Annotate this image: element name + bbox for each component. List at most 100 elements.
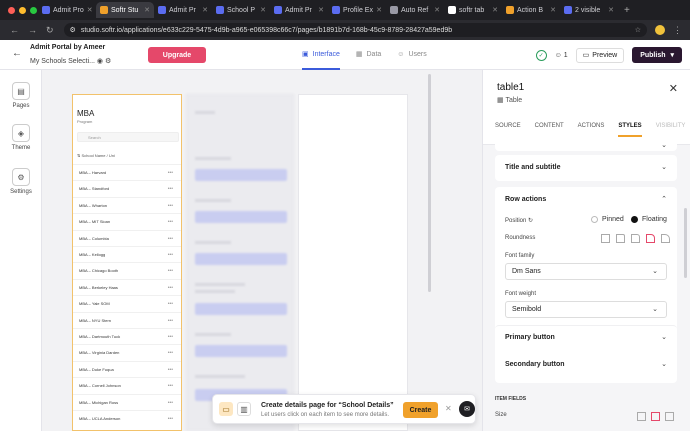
roundness-medium-option[interactable] — [631, 234, 640, 243]
table-row[interactable]: MBA – Duke Fuqua ••• — [73, 360, 181, 378]
close-tab-icon[interactable]: ✕ — [608, 6, 614, 14]
back-arrow-icon[interactable]: ← — [10, 25, 19, 36]
rail-item-pages[interactable]: ▤ Pages — [0, 82, 42, 109]
row-actions-icon[interactable]: ••• — [168, 165, 173, 181]
close-tab-icon[interactable]: ✕ — [550, 6, 556, 14]
pinned-radio[interactable] — [591, 216, 598, 223]
table-row[interactable]: MBA – Virginia Darden ••• — [73, 344, 181, 360]
preview-button[interactable]: ▭ Preview — [575, 47, 625, 63]
secondary-button-section[interactable]: Secondary button ⌄ — [495, 353, 677, 377]
forward-arrow-icon[interactable]: → — [28, 25, 37, 36]
tab-users[interactable]: ☺ Users — [397, 40, 426, 70]
table-row[interactable]: MBA – NYU Stern ••• — [73, 311, 181, 329]
table-row[interactable]: MBA – Wharton ••• — [73, 196, 181, 214]
app-name[interactable]: Admit Portal by Ameer — [30, 44, 105, 51]
reload-icon[interactable]: ↻ — [46, 25, 54, 36]
close-tab-icon[interactable]: ✕ — [144, 6, 150, 14]
block-name[interactable]: table1 — [497, 82, 524, 93]
row-actions-icon[interactable]: ••• — [168, 231, 173, 247]
browser-tab[interactable]: Profile Ex ✕ — [328, 2, 386, 18]
search-input[interactable]: Search — [77, 132, 179, 142]
row-actions-icon[interactable]: ••• — [168, 395, 173, 411]
font-family-select[interactable]: Dm Sans ⌄ — [505, 263, 667, 280]
browser-tab[interactable]: Action B ✕ — [502, 2, 560, 18]
tab-source[interactable]: SOURCE — [495, 123, 521, 137]
size-medium-option[interactable] — [651, 412, 660, 421]
browser-menu-icon[interactable]: ⋮ — [673, 25, 682, 36]
rail-item-settings[interactable]: ⚙ Settings — [0, 168, 42, 195]
table-block-preview[interactable]: MBA Program Search ⇅ School Name / Uni M… — [72, 94, 182, 431]
browser-tab[interactable]: Admit Pr ✕ — [154, 2, 212, 18]
saved-check-icon[interactable]: ✓ — [535, 49, 547, 61]
browser-tab[interactable]: School P ✕ — [212, 2, 270, 18]
position-pinned-option[interactable]: Pinned — [591, 216, 624, 223]
close-panel-icon[interactable]: ✕ — [669, 82, 678, 95]
close-tab-icon[interactable]: ✕ — [87, 6, 93, 14]
row-actions-icon[interactable]: ••• — [168, 280, 173, 296]
close-tab-icon[interactable]: ✕ — [318, 6, 324, 14]
site-info-icon[interactable]: ⚙ — [70, 26, 76, 34]
table-row[interactable]: MBA – Harvard ••• — [73, 164, 181, 180]
table-row[interactable]: MBA – Berkeley Haas ••• — [73, 278, 181, 296]
table-row[interactable]: MBA – Chicago Booth ••• — [73, 262, 181, 278]
publish-button[interactable]: Publish ▾ — [632, 47, 682, 63]
upgrade-button[interactable]: Upgrade — [148, 47, 206, 63]
tab-actions[interactable]: ACTIONS — [578, 123, 605, 137]
close-window-button[interactable] — [8, 6, 15, 14]
browser-tab[interactable]: Admit Pr ✕ — [270, 2, 328, 18]
roundness-large-option[interactable] — [646, 234, 655, 243]
tab-data[interactable]: ▦ Data — [356, 40, 381, 70]
row-actions-icon[interactable]: ••• — [168, 198, 173, 214]
browser-tab[interactable]: softr tab ✕ — [444, 2, 502, 18]
row-actions-icon[interactable]: ••• — [168, 329, 173, 345]
browser-tab[interactable]: 2 visible ✕ — [560, 2, 618, 18]
table-row[interactable]: MBA – Cornell Johnson ••• — [73, 377, 181, 393]
tab-visibility[interactable]: VISIBILITY — [656, 123, 686, 137]
collaborators-button[interactable]: ☺ 1 — [555, 52, 568, 59]
table-row[interactable]: MBA – Michigan Ross ••• — [73, 393, 181, 411]
url-field[interactable]: ⚙ studio.softr.io/applications/e633c229-… — [63, 23, 647, 37]
section-row-actions-label[interactable]: Row actions — [505, 196, 546, 203]
back-icon[interactable]: ← — [12, 48, 22, 59]
row-actions-icon[interactable]: ••• — [168, 313, 173, 329]
row-actions-icon[interactable]: ••• — [168, 181, 173, 197]
roundness-none-option[interactable] — [601, 234, 610, 243]
row-actions-icon[interactable]: ••• — [168, 362, 173, 378]
size-large-option[interactable] — [665, 412, 674, 421]
row-actions-icon[interactable]: ••• — [168, 214, 173, 230]
tab-interface[interactable]: ▣ Interface — [302, 40, 340, 70]
primary-button-section[interactable]: Primary button ⌄ — [495, 325, 677, 349]
new-tab-button[interactable]: + — [618, 5, 636, 16]
table-row[interactable]: MBA – Kellogg ••• — [73, 246, 181, 262]
row-actions-icon[interactable]: ••• — [168, 411, 173, 427]
browser-tab[interactable]: Admit Pro ✕ — [38, 2, 96, 18]
extension-icon[interactable] — [655, 25, 665, 35]
tab-content[interactable]: CONTENT — [535, 123, 564, 137]
page-breadcrumb[interactable]: My Schools Selecti... ◉ ⚙ — [30, 57, 111, 65]
canvas-scrollbar[interactable] — [428, 74, 431, 292]
close-icon[interactable]: ✕ — [445, 404, 452, 413]
create-details-button[interactable]: Create — [403, 402, 438, 418]
size-small-option[interactable] — [637, 412, 646, 421]
table-row[interactable]: MBA – Standford ••• — [73, 180, 181, 196]
row-actions-icon[interactable]: ••• — [168, 247, 173, 263]
row-actions-icon[interactable]: ••• — [168, 345, 173, 361]
bookmark-star-icon[interactable]: ☆ — [635, 26, 641, 34]
maximize-window-button[interactable] — [30, 6, 37, 14]
row-actions-icon[interactable]: ••• — [168, 296, 173, 312]
tab-styles[interactable]: STYLES — [618, 123, 642, 137]
table-row[interactable]: MBA – Yale SOM ••• — [73, 295, 181, 311]
table-row[interactable]: MBA – UCLA Anderson ••• — [73, 410, 181, 426]
browser-tab[interactable]: Auto Ref ✕ — [386, 2, 444, 18]
roundness-small-option[interactable] — [616, 234, 625, 243]
table-row[interactable]: MBA – Dartmouth Tuck ••• — [73, 328, 181, 344]
rail-item-theme[interactable]: ◈ Theme — [0, 124, 42, 151]
chat-support-icon[interactable]: ✉ — [459, 401, 475, 417]
floating-radio[interactable] — [631, 216, 638, 223]
close-tab-icon[interactable]: ✕ — [434, 6, 440, 14]
position-floating-option[interactable]: Floating — [631, 216, 667, 223]
row-actions-icon[interactable]: ••• — [168, 263, 173, 279]
close-tab-icon[interactable]: ✕ — [492, 6, 498, 14]
panel-scrollbar[interactable] — [684, 208, 687, 278]
minimize-window-button[interactable] — [19, 6, 26, 14]
